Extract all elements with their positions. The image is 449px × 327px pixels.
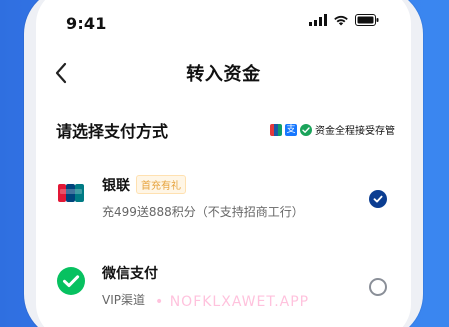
watermark: • NOFKLXAWET.APP [155, 294, 310, 310]
signal-icon [309, 14, 327, 26]
section-title: 请选择支付方式 [56, 122, 169, 141]
option-name: 银联 [102, 177, 130, 194]
bank-logo-icon [270, 123, 282, 136]
nav-bar: 转入资金 [36, 52, 411, 92]
status-icons [309, 14, 379, 26]
alipay-logo-icon: 支 [285, 123, 297, 136]
phone-frame: 9:41 转入资金 请选择支付方式 支 资金全程接受存管 银联 首充有礼 充49… [24, 0, 423, 327]
option-description: 充499送888积分（不支持招商工行） [102, 204, 304, 219]
wechat-radio[interactable] [369, 278, 387, 296]
wechat-pay-logo [57, 267, 85, 295]
status-bar: 9:41 [36, 0, 411, 40]
unionpay-logo [58, 184, 84, 202]
unionpay-radio[interactable] [369, 190, 387, 208]
wechat-text: 微信支付 VIP渠道 [102, 262, 158, 308]
payment-section-header: 请选择支付方式 支 资金全程接受存管 [56, 116, 395, 142]
option-name: 微信支付 [102, 265, 158, 282]
safety-badge: 支 资金全程接受存管 [270, 122, 395, 137]
unionpay-text: 银联 首充有礼 充499送888积分（不支持招商工行） [102, 174, 304, 220]
option-description: VIP渠道 [102, 292, 145, 307]
app-screen: 9:41 转入资金 请选择支付方式 支 资金全程接受存管 银联 首充有礼 充49… [36, 0, 411, 327]
wifi-icon [334, 15, 348, 26]
safety-badge-text: 资金全程接受存管 [315, 126, 395, 137]
battery-icon [355, 14, 379, 26]
payment-option-wechat[interactable]: 微信支付 VIP渠道 [56, 256, 395, 322]
page-title: 转入资金 [186, 64, 261, 85]
check-icon [373, 195, 383, 203]
payment-option-unionpay[interactable]: 银联 首充有礼 充499送888积分（不支持招商工行） [56, 168, 395, 234]
check-shield-icon [300, 123, 312, 136]
promo-tag: 首充有礼 [136, 175, 186, 194]
status-time: 9:41 [66, 14, 107, 33]
